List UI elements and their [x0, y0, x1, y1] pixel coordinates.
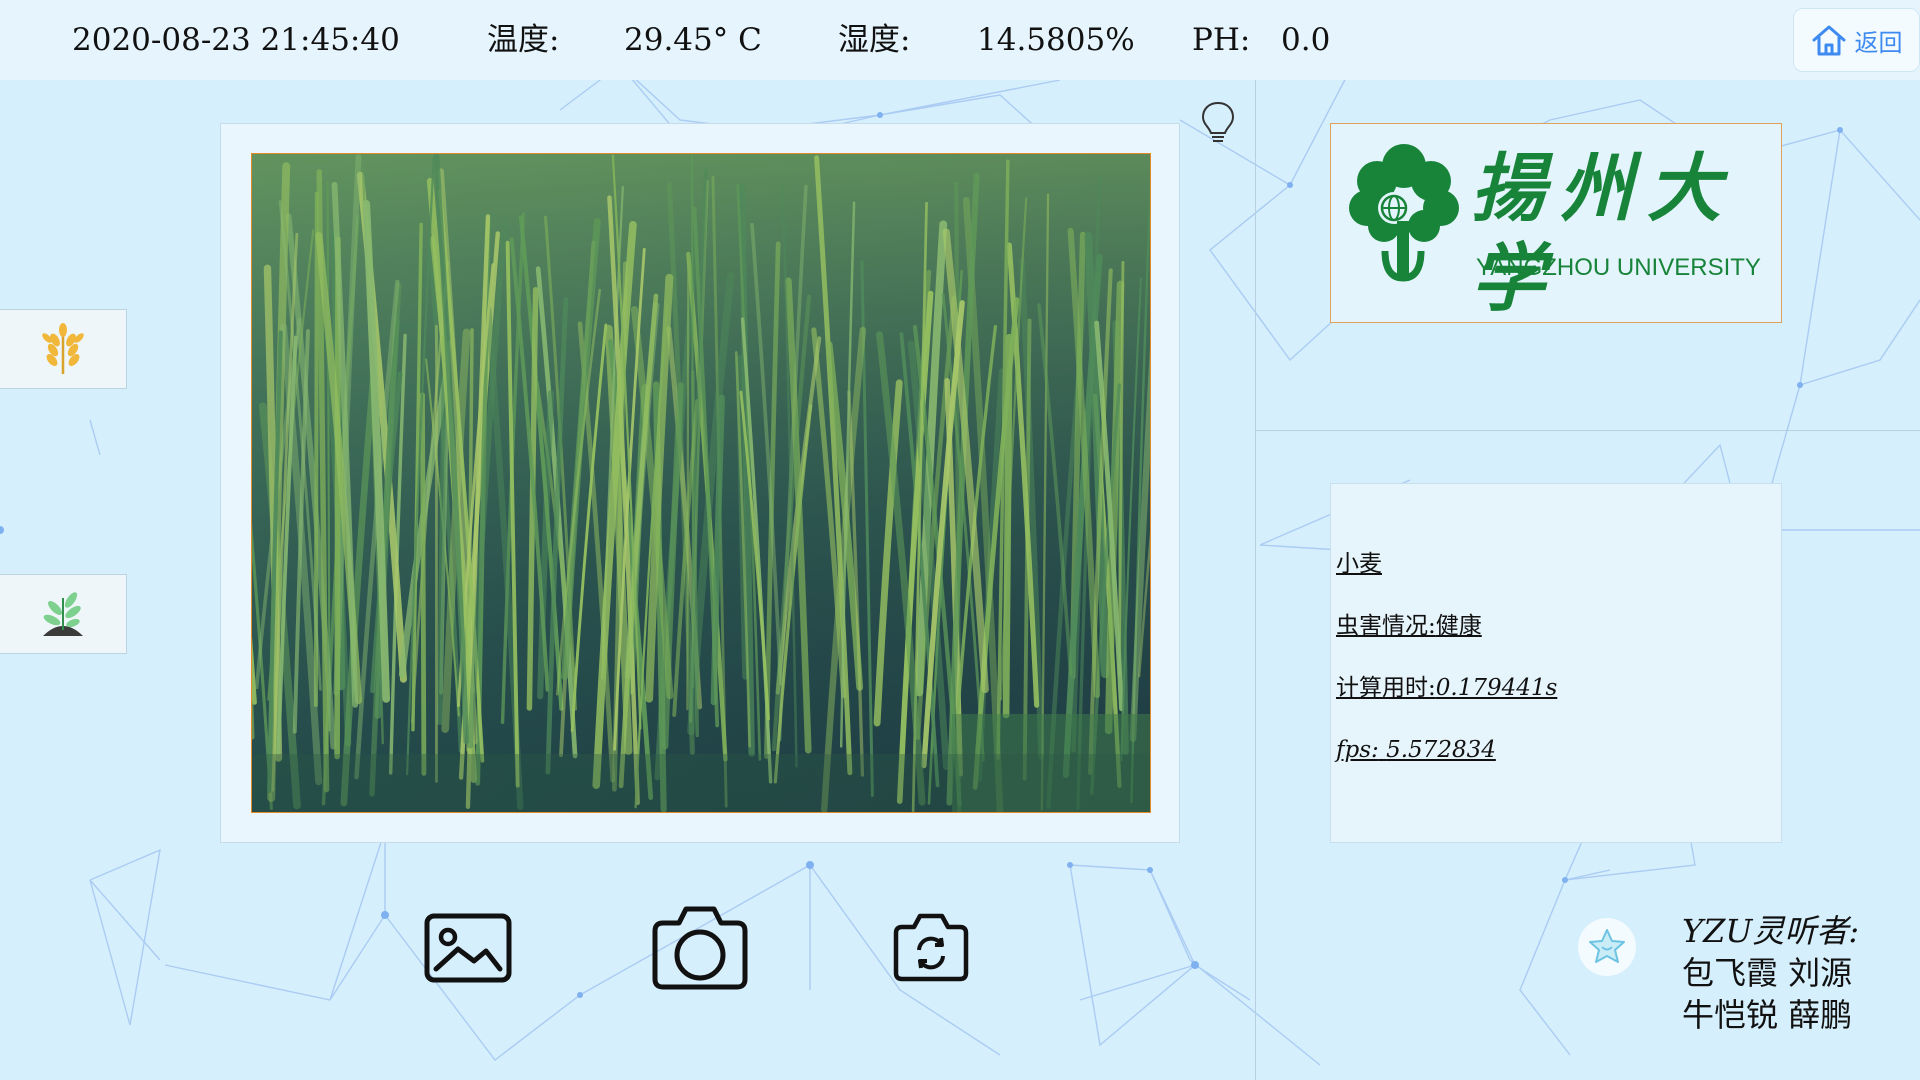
camera-feed: [251, 153, 1151, 813]
star-icon: [1589, 929, 1625, 963]
status-bar: 2020-08-23 21:45:40 温度: 29.45° C 湿度: 14.…: [0, 0, 1920, 80]
university-emblem-icon: [1349, 144, 1459, 282]
return-button[interactable]: 返回: [1793, 8, 1920, 72]
university-name-chinese: 揚州大学: [1471, 146, 1735, 322]
university-name-english: YANGZHOU UNIVERSITY: [1476, 254, 1761, 281]
ph-label: PH:: [1192, 22, 1251, 58]
compute-time-label: 计算用时:: [1336, 675, 1436, 701]
team-members-1: 包飞霞 刘源: [1682, 954, 1853, 992]
fps-line: fps: 5.572834: [1336, 735, 1496, 765]
pest-status-label: 虫害情况:: [1336, 613, 1436, 639]
sidebar-item-plant[interactable]: [0, 574, 127, 654]
switch-camera-button[interactable]: [893, 912, 969, 982]
image-icon: [424, 913, 512, 983]
panel-divider-horizontal: [1255, 430, 1920, 431]
wheat-icon: [42, 323, 84, 374]
pest-status-line: 虫害情况:健康: [1336, 611, 1482, 641]
panel-divider-vertical: [1255, 80, 1256, 1080]
light-bulb-icon[interactable]: [1200, 100, 1236, 146]
home-icon: [1812, 25, 1845, 56]
camera-panel: [220, 123, 1180, 843]
temperature-label: 温度:: [487, 22, 560, 58]
detection-result-panel: 小麦 虫害情况:健康 计算用时:0.179441s fps: 5.572834: [1330, 483, 1782, 843]
datetime-display: 2020-08-23 21:45:40: [72, 22, 400, 58]
ph-value: 0.0: [1281, 22, 1331, 58]
team-badge: [1578, 918, 1636, 976]
fps-value: 5.572834: [1386, 737, 1496, 763]
sidebar-item-wheat[interactable]: [0, 309, 127, 389]
gallery-button[interactable]: [424, 913, 512, 983]
temperature-value: 29.45° C: [624, 22, 762, 58]
camera-switch-icon: [893, 913, 969, 982]
return-label: 返回: [1854, 28, 1903, 57]
fps-label: fps:: [1336, 737, 1379, 763]
camera-icon: [652, 906, 748, 990]
compute-time-line: 计算用时:0.179441s: [1336, 673, 1557, 703]
capture-button[interactable]: [651, 903, 749, 991]
team-name: YZU灵听者:: [1682, 912, 1860, 950]
pest-status-value: 健康: [1435, 613, 1482, 639]
university-logo: 揚州大学 YANGZHOU UNIVERSITY: [1330, 123, 1782, 323]
team-members-2: 牛恺锐 薛鹏: [1682, 996, 1853, 1034]
team-credits: YZU灵听者: 包飞霞 刘源 牛恺锐 薛鹏: [1682, 910, 1859, 1036]
humidity-label: 湿度:: [838, 22, 911, 58]
humidity-value: 14.5805%: [977, 22, 1135, 58]
seedling-icon: [43, 592, 83, 636]
wheat-field-image: [252, 154, 1150, 812]
crop-name: 小麦: [1336, 551, 1382, 577]
compute-time-value: 0.179441s: [1435, 675, 1558, 701]
